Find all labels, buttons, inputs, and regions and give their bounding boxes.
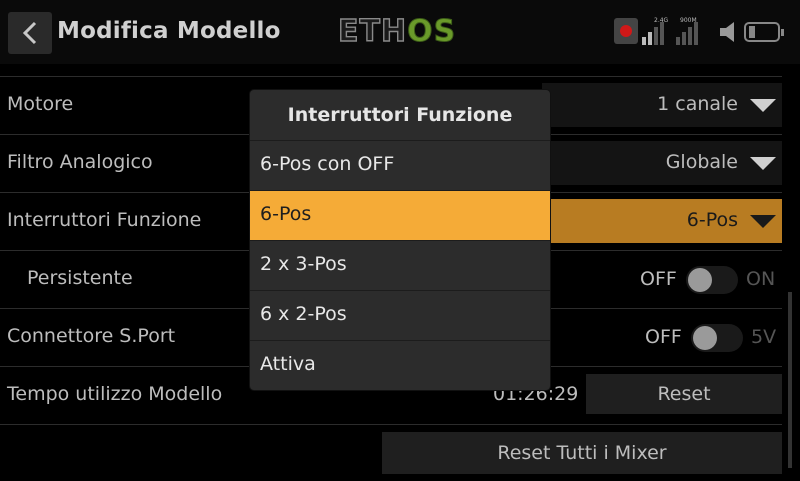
signal-bars-icon: 900M [676,17,706,45]
row-label: Tempo utilizzo Modello [7,383,223,405]
toggle-knob [688,268,712,292]
row-label: Motore [7,93,74,115]
sport-toggle[interactable]: OFF 5V [645,323,782,353]
chevron-down-icon [750,99,776,112]
row-label: Interruttori Funzione [7,209,202,231]
function-switches-modal: Interruttori Funzione 6-Pos con OFF 6-Po… [250,90,550,390]
chevron-down-icon [750,215,776,228]
toggle-off-label: OFF [645,326,682,348]
back-button[interactable] [8,12,52,54]
ethos-logo: ETHOS [337,13,457,49]
battery-icon [744,22,784,42]
row-reset-all: Reset Tutti i Mixer [0,424,782,481]
interruttori-dropdown[interactable]: 6-Pos [542,199,782,243]
scrollbar[interactable] [788,292,792,468]
option-label: 6-Pos [260,203,312,225]
reset-all-mixers-button[interactable]: Reset Tutti i Mixer [382,432,782,474]
motore-dropdown[interactable]: 1 canale [542,83,782,127]
dropdown-value: Globale [665,151,738,173]
reset-timer-button[interactable]: Reset [586,374,782,414]
chevron-down-icon [750,157,776,170]
option-6pos[interactable]: 6-Pos [250,190,550,240]
toggle-off-label: OFF [640,268,677,290]
option-attiva[interactable]: Attiva [250,340,550,390]
option-6x2pos[interactable]: 6 x 2-Pos [250,290,550,340]
modal-title: Interruttori Funzione [287,104,513,126]
toggle-on-label: ON [746,268,776,290]
row-label: Persistente [27,267,133,289]
speaker-icon [720,22,734,42]
header-bar: Modifica Modello ETHOS 2.4G 900M [0,0,800,64]
toggle-on-label: 5V [751,326,777,348]
option-label: 2 x 3-Pos [260,253,347,275]
option-6pos-con-off[interactable]: 6-Pos con OFF [250,140,550,190]
option-label: 6-Pos con OFF [260,153,395,175]
dropdown-value: 1 canale [657,93,738,115]
option-label: Attiva [260,353,316,375]
page-title: Modifica Modello [57,18,281,44]
dropdown-value: 6-Pos [686,209,738,231]
toggle-track [686,266,738,294]
chevron-left-icon [22,21,37,45]
toggle-knob [693,326,717,350]
record-icon [614,18,638,44]
signal-bars-icon: 2.4G [642,17,672,45]
filtro-dropdown[interactable]: Globale [542,141,782,185]
option-label: 6 x 2-Pos [260,303,347,325]
toggle-track [691,324,743,352]
row-label: Filtro Analogico [7,151,153,173]
row-label: Connettore S.Port [7,325,176,347]
persistente-toggle[interactable]: OFF ON [640,265,782,295]
option-2x3pos[interactable]: 2 x 3-Pos [250,240,550,290]
